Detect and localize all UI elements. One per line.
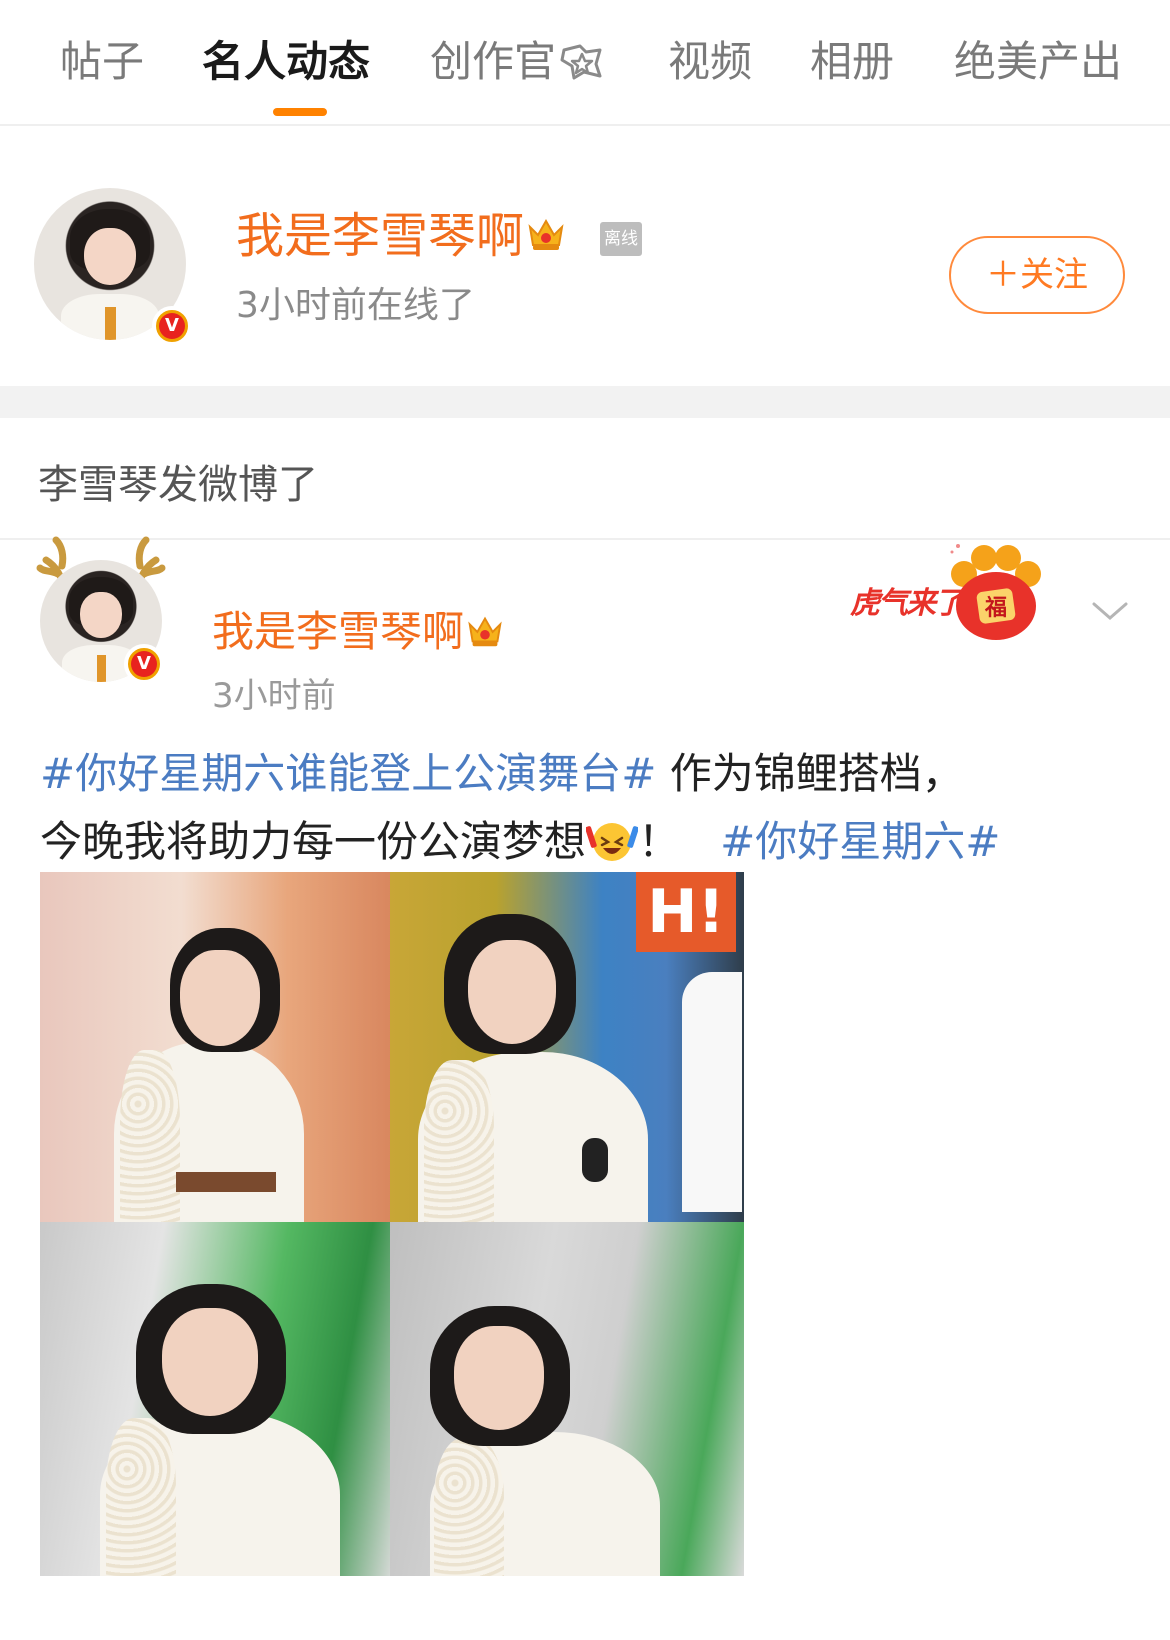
post-image[interactable] (40, 872, 394, 1226)
post-text-segment: ！ (638, 817, 681, 866)
post-image[interactable] (40, 1222, 394, 1576)
svg-text:福: 福 (984, 596, 1007, 621)
tab-gorgeous-works[interactable]: 绝美产出 (954, 34, 1122, 90)
tab-video[interactable]: 视频 (668, 34, 752, 90)
post-image[interactable] (390, 1222, 744, 1576)
active-tab-indicator (273, 108, 327, 116)
follow-button[interactable]: ＋关注 (949, 236, 1125, 314)
tab-celebrity-updates[interactable]: 名人动态 (202, 34, 370, 90)
tab-album[interactable]: 相册 (810, 34, 894, 90)
verified-v-icon: V (124, 644, 164, 684)
tab-creator-label: 创作官 (430, 37, 557, 86)
profile-username-text: 我是李雪琴啊 (236, 208, 525, 264)
profile-username[interactable]: 我是李雪琴啊 (236, 196, 568, 267)
post-text-segment: 今晚我将助力每一份公演梦想 (40, 817, 587, 866)
post-timestamp: 3小时前 (212, 676, 336, 716)
section-title: 李雪琴发微博了 (38, 462, 318, 508)
tab-posts[interactable]: 帖子 (60, 34, 144, 90)
post-author-text: 我是李雪琴啊 (212, 607, 465, 656)
tab-bar: 帖子 名人动态 创作官 视频 相册 绝美产出 (0, 0, 1170, 126)
chevron-down-icon[interactable] (1090, 598, 1130, 626)
section-gap (0, 386, 1170, 418)
tiger-decoration: 虎气来了 福 (850, 544, 1070, 648)
crown-icon (524, 211, 568, 267)
status-badge: 离线 (600, 222, 642, 256)
crown-icon (464, 609, 506, 661)
last-online-text: 3小时前在线了 (236, 285, 475, 326)
tiger-paw-fu-icon: 福 (950, 544, 1041, 640)
tab-creator[interactable]: 创作官 (430, 34, 604, 96)
post-image[interactable]: H! (390, 872, 744, 1226)
profile-card: V 我是李雪琴啊 离线 3小时前在线了 ＋关注 (0, 126, 1170, 386)
post-author[interactable]: 我是李雪琴啊 (212, 598, 506, 661)
post-text: #你好星期六谁能登上公演舞台# 作为锦鲤搭档， 今晚我将助力每一份公演梦想 ！ … (40, 740, 1140, 884)
hashtag-link[interactable]: #你好星期六# (720, 817, 1000, 866)
verified-v-icon: V (152, 306, 192, 346)
hashtag-link[interactable]: #你好星期六谁能登上公演舞台# (40, 749, 656, 798)
post-text-segment: 作为锦鲤搭档， (656, 749, 964, 798)
badge-star-icon (560, 40, 604, 96)
